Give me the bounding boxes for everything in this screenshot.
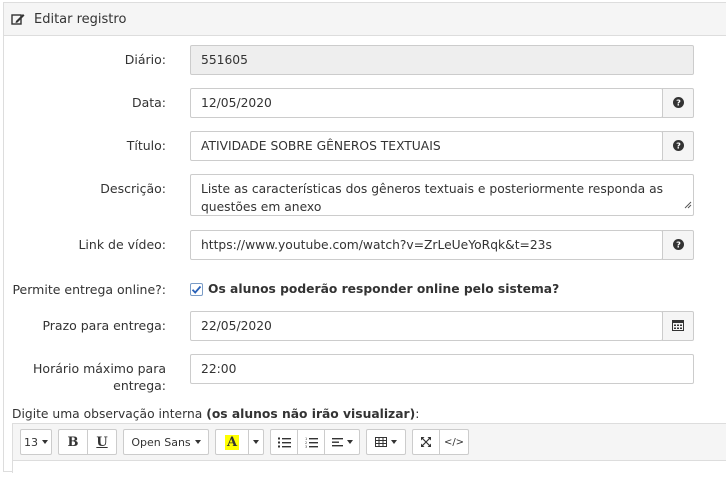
label-entrega-online: Permite entrega online?: bbox=[12, 282, 166, 297]
prazo-calendar-button[interactable] bbox=[662, 311, 694, 341]
question-circle-icon: ? bbox=[672, 96, 684, 111]
descricao-value: Liste as características dos gêneros tex… bbox=[201, 182, 664, 214]
label-diario: Diário: bbox=[124, 52, 166, 67]
ordered-list-icon: 1 2 3 bbox=[305, 437, 318, 448]
rich-text-editor: 13 B U Open Sans A 1 2 3 </> bbox=[12, 423, 726, 480]
data-help-button[interactable]: ? bbox=[662, 88, 694, 118]
horario-input[interactable]: 22:00 bbox=[190, 354, 694, 384]
code-view-button[interactable]: </> bbox=[439, 429, 469, 455]
internal-note-label: Digite uma observação interna (os alunos… bbox=[12, 407, 419, 421]
caret-down-icon bbox=[42, 440, 48, 444]
font-size-value: 13 bbox=[24, 435, 38, 449]
caret-down-icon bbox=[346, 440, 353, 444]
svg-text:?: ? bbox=[676, 239, 681, 249]
caret-down-icon bbox=[194, 440, 201, 444]
ordered-list-button[interactable]: 1 2 3 bbox=[297, 429, 325, 455]
fullscreen-button[interactable] bbox=[412, 429, 440, 455]
link-video-input[interactable]: https://www.youtube.com/watch?v=ZrLeUeYo… bbox=[190, 230, 663, 260]
font-size-dropdown[interactable]: 13 bbox=[20, 429, 52, 455]
highlight-icon: A bbox=[224, 434, 240, 450]
label-data: Data: bbox=[131, 95, 166, 110]
diario-field: 551605 bbox=[190, 45, 694, 75]
editor-content-area[interactable] bbox=[13, 460, 726, 480]
note-bold: (os alunos não irão visualizar) bbox=[206, 407, 416, 421]
style-group: B U bbox=[58, 429, 117, 455]
highlight-color-button[interactable]: A bbox=[215, 429, 249, 455]
data-value: 12/05/2020 bbox=[201, 96, 272, 110]
panel-title: Editar registro bbox=[34, 11, 127, 27]
calendar-icon bbox=[672, 319, 684, 334]
titulo-value: ATIVIDADE SOBRE GÊNEROS TEXTUAIS bbox=[201, 139, 441, 153]
entrega-online-checkbox-wrap[interactable]: Os alunos poderão responder online pelo … bbox=[190, 282, 559, 296]
font-family-value: Open Sans bbox=[131, 435, 191, 449]
label-descricao: Descrição: bbox=[100, 181, 166, 196]
table-icon bbox=[375, 437, 387, 447]
panel-heading: Editar registro bbox=[4, 3, 726, 36]
fontsize-group: 13 bbox=[20, 429, 52, 455]
align-left-icon bbox=[331, 437, 343, 446]
fullscreen-icon bbox=[421, 437, 431, 447]
prazo-value: 22/05/2020 bbox=[201, 319, 272, 333]
svg-text:?: ? bbox=[676, 97, 681, 107]
titulo-input[interactable]: ATIVIDADE SOBRE GÊNEROS TEXTUAIS bbox=[190, 131, 663, 161]
bold-button[interactable]: B bbox=[58, 429, 88, 455]
view-group: </> bbox=[412, 429, 469, 455]
diario-value: 551605 bbox=[201, 53, 248, 67]
link-video-help-button[interactable]: ? bbox=[662, 230, 694, 260]
label-prazo: Prazo para entrega: bbox=[42, 318, 166, 333]
underline-button[interactable]: U bbox=[87, 429, 117, 455]
question-circle-icon: ? bbox=[672, 238, 684, 253]
font-family-group: Open Sans bbox=[123, 429, 209, 455]
entrega-online-checkbox[interactable] bbox=[190, 282, 203, 296]
checkmark-icon bbox=[191, 285, 202, 294]
highlight-color-dropdown[interactable] bbox=[248, 429, 264, 455]
titulo-help-button[interactable]: ? bbox=[662, 131, 694, 161]
font-family-dropdown[interactable]: Open Sans bbox=[123, 429, 209, 455]
label-horario-line2: entrega: bbox=[113, 378, 166, 393]
label-link-video: Link de vídeo: bbox=[78, 237, 166, 252]
bold-icon: B bbox=[67, 434, 79, 450]
underline-icon: U bbox=[96, 434, 108, 450]
resize-grip-icon[interactable] bbox=[684, 196, 692, 214]
editor-toolbar: 13 B U Open Sans A 1 2 3 </> bbox=[20, 429, 475, 455]
entrega-online-text: Os alunos poderão responder online pelo … bbox=[208, 282, 560, 296]
unordered-list-button[interactable] bbox=[270, 429, 298, 455]
table-dropdown[interactable] bbox=[366, 429, 406, 455]
note-suffix: : bbox=[415, 407, 420, 421]
svg-text:?: ? bbox=[676, 140, 681, 150]
horario-value: 22:00 bbox=[201, 362, 237, 376]
caret-down-icon bbox=[253, 440, 259, 444]
paragraph-group: 1 2 3 bbox=[270, 429, 360, 455]
descricao-textarea[interactable]: Liste as características dos gêneros tex… bbox=[190, 174, 694, 216]
label-titulo: Título: bbox=[126, 138, 166, 153]
table-group bbox=[366, 429, 406, 455]
color-group: A bbox=[215, 429, 264, 455]
link-video-value: https://www.youtube.com/watch?v=ZrLeUeYo… bbox=[201, 238, 552, 252]
prazo-input[interactable]: 22/05/2020 bbox=[190, 311, 663, 341]
data-input[interactable]: 12/05/2020 bbox=[190, 88, 663, 118]
label-horario-line1: Horário máximo para bbox=[33, 361, 166, 376]
caret-down-icon bbox=[391, 440, 397, 444]
note-prefix: Digite uma observação interna bbox=[12, 407, 207, 421]
code-icon: </> bbox=[443, 436, 465, 448]
svg-text:3: 3 bbox=[305, 445, 307, 448]
align-dropdown[interactable] bbox=[324, 429, 360, 455]
edit-icon bbox=[11, 12, 25, 26]
question-circle-icon: ? bbox=[672, 139, 684, 154]
label-horario: Horário máximo para entrega: bbox=[33, 360, 166, 394]
unordered-list-icon bbox=[277, 437, 291, 447]
